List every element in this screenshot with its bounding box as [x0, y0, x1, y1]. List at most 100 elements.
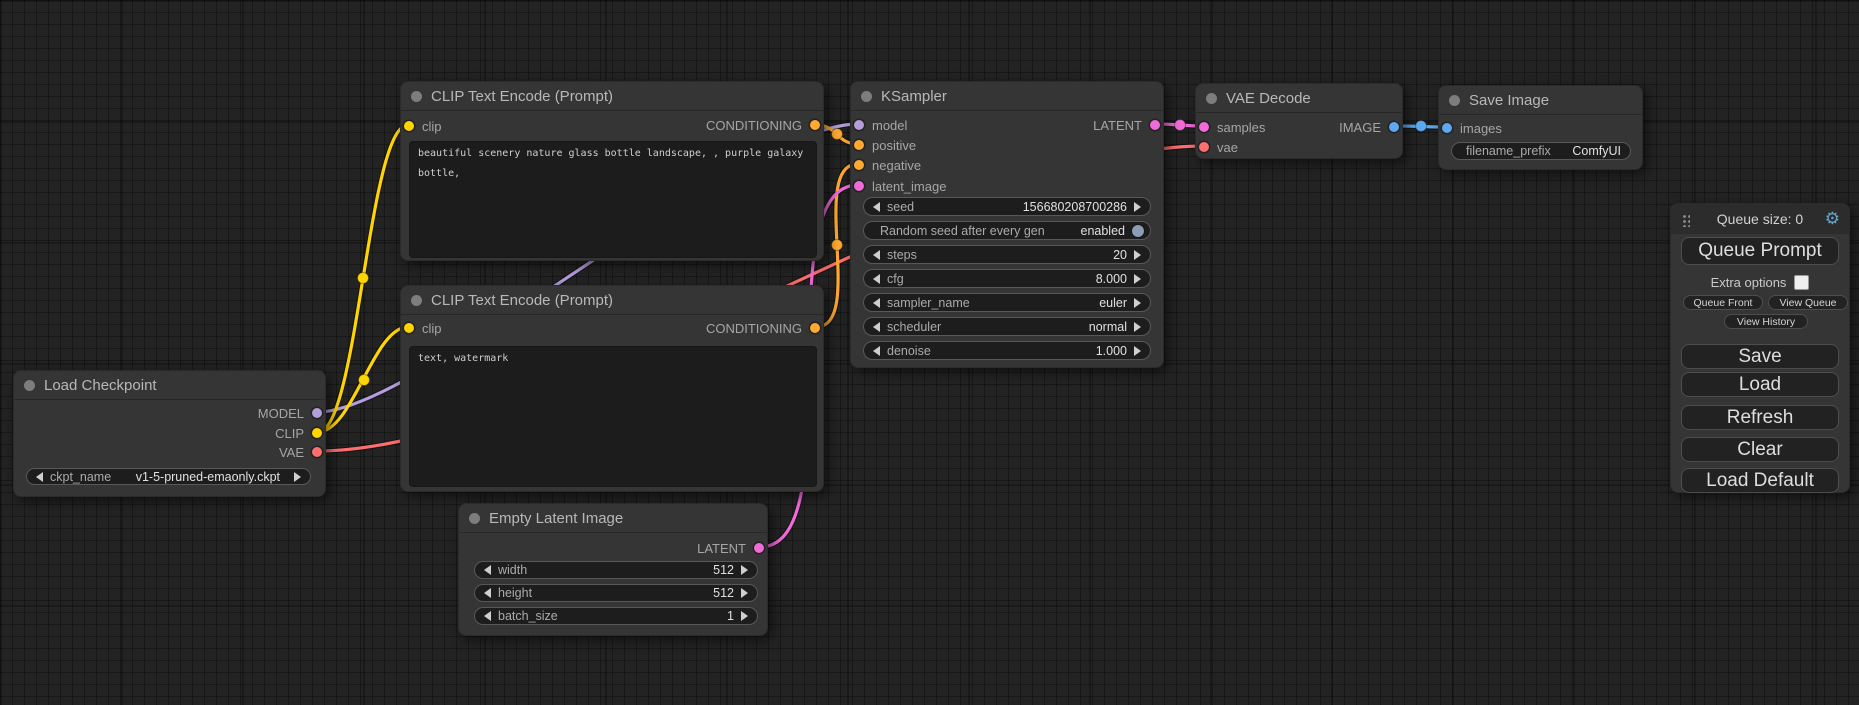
output-slot-clip: CLIP: [275, 425, 325, 441]
width-widget[interactable]: width 512: [474, 561, 758, 579]
negative-prompt-textarea[interactable]: text, watermark: [409, 346, 817, 487]
clip-input-dot[interactable]: [404, 121, 414, 131]
toggle-enabled-icon[interactable]: [1132, 225, 1144, 237]
node-title-bar[interactable]: CLIP Text Encode (Prompt): [401, 82, 823, 111]
latent-output-dot[interactable]: [754, 543, 764, 553]
conditioning-output-dot[interactable]: [810, 120, 820, 130]
node-title-bar[interactable]: Load Checkpoint: [14, 371, 325, 400]
collapse-dot-icon[interactable]: [861, 91, 872, 102]
slot-label: vae: [1217, 140, 1238, 155]
next-value-arrow-icon[interactable]: [1134, 298, 1141, 308]
widget-value: 156680208700286: [1023, 200, 1127, 214]
next-value-arrow-icon[interactable]: [1134, 322, 1141, 332]
positive-prompt-textarea[interactable]: beautiful scenery nature glass bottle la…: [409, 141, 817, 258]
steps-widget[interactable]: steps 20: [863, 245, 1151, 264]
collapse-dot-icon[interactable]: [24, 380, 35, 391]
collapse-dot-icon[interactable]: [1206, 93, 1217, 104]
scheduler-widget[interactable]: scheduler normal: [863, 317, 1151, 336]
decrement-arrow-icon[interactable]: [873, 274, 880, 284]
queue-prompt-button[interactable]: Queue Prompt: [1681, 237, 1839, 265]
queue-front-button[interactable]: Queue Front: [1683, 295, 1763, 310]
link-dot[interactable]: [359, 375, 370, 386]
model-output-dot[interactable]: [312, 408, 322, 418]
latent-image-input-dot[interactable]: [854, 181, 864, 191]
positive-input-dot[interactable]: [854, 140, 864, 150]
height-widget[interactable]: height 512: [474, 584, 758, 602]
ckpt-name-widget[interactable]: ckpt_name v1-5-pruned-emaonly.ckpt: [26, 468, 311, 485]
collapse-dot-icon[interactable]: [1449, 95, 1460, 106]
clear-button[interactable]: Clear: [1681, 437, 1839, 462]
node-title: KSampler: [881, 88, 947, 105]
node-title: VAE Decode: [1226, 90, 1311, 107]
link-dot[interactable]: [358, 273, 369, 284]
clip-input-dot[interactable]: [404, 323, 414, 333]
increment-arrow-icon[interactable]: [1134, 250, 1141, 260]
widget-label: batch_size: [498, 609, 558, 623]
settings-gear-icon[interactable]: ⚙: [1825, 208, 1840, 230]
filename-prefix-widget[interactable]: filename_prefix ComfyUI: [1451, 142, 1631, 160]
link-dot[interactable]: [1416, 121, 1427, 132]
negative-input-dot[interactable]: [854, 160, 864, 170]
slot-label: CONDITIONING: [706, 321, 802, 336]
prev-value-arrow-icon[interactable]: [873, 322, 880, 332]
link-dot[interactable]: [832, 129, 843, 140]
increment-arrow-icon[interactable]: [1134, 346, 1141, 356]
widget-value: enabled: [1081, 224, 1126, 238]
view-history-button[interactable]: View History: [1724, 314, 1808, 329]
image-output-dot[interactable]: [1389, 122, 1399, 132]
refresh-button[interactable]: Refresh: [1681, 405, 1839, 430]
sampler-name-widget[interactable]: sampler_name euler: [863, 293, 1151, 312]
seed-widget[interactable]: seed 156680208700286: [863, 197, 1151, 216]
increment-arrow-icon[interactable]: [741, 565, 748, 575]
widget-value: 1.000: [1096, 344, 1127, 358]
decrement-arrow-icon[interactable]: [873, 346, 880, 356]
random-seed-toggle-widget[interactable]: Random seed after every gen enabled: [863, 221, 1151, 240]
vae-input-dot[interactable]: [1199, 142, 1209, 152]
input-slot-clip: clip: [401, 320, 442, 336]
increment-arrow-icon[interactable]: [1134, 202, 1141, 212]
latent-output-dot[interactable]: [1150, 120, 1160, 130]
next-value-arrow-icon[interactable]: [294, 472, 301, 482]
increment-arrow-icon[interactable]: [741, 588, 748, 598]
node-title-bar[interactable]: Empty Latent Image: [459, 504, 767, 533]
load-button[interactable]: Load: [1681, 372, 1839, 397]
widget-value: euler: [1099, 296, 1127, 310]
link-dot[interactable]: [1175, 120, 1186, 131]
slot-label: LATENT: [697, 541, 746, 556]
widget-value: 1: [727, 609, 734, 623]
collapse-dot-icon[interactable]: [411, 91, 422, 102]
node-title-bar[interactable]: VAE Decode: [1196, 84, 1402, 113]
node-title-bar[interactable]: KSampler: [851, 82, 1163, 111]
load-default-button[interactable]: Load Default: [1681, 468, 1839, 493]
clip-output-dot[interactable]: [312, 428, 322, 438]
save-button[interactable]: Save: [1681, 344, 1839, 369]
prev-value-arrow-icon[interactable]: [873, 298, 880, 308]
slot-label: VAE: [279, 445, 304, 460]
cfg-widget[interactable]: cfg 8.000: [863, 269, 1151, 288]
increment-arrow-icon[interactable]: [1134, 274, 1141, 284]
output-slot-latent: LATENT: [697, 540, 767, 556]
decrement-arrow-icon[interactable]: [873, 250, 880, 260]
batch-size-widget[interactable]: batch_size 1: [474, 607, 758, 625]
collapse-dot-icon[interactable]: [469, 513, 480, 524]
node-title-bar[interactable]: Save Image: [1439, 86, 1642, 115]
collapse-dot-icon[interactable]: [411, 295, 422, 306]
widget-label: ckpt_name: [50, 470, 111, 484]
view-queue-button[interactable]: View Queue: [1768, 295, 1848, 310]
vae-output-dot[interactable]: [312, 447, 322, 457]
conditioning-output-dot[interactable]: [810, 323, 820, 333]
increment-arrow-icon[interactable]: [741, 611, 748, 621]
model-input-dot[interactable]: [854, 120, 864, 130]
decrement-arrow-icon[interactable]: [484, 565, 491, 575]
prev-value-arrow-icon[interactable]: [36, 472, 43, 482]
decrement-arrow-icon[interactable]: [873, 202, 880, 212]
denoise-widget[interactable]: denoise 1.000: [863, 341, 1151, 360]
decrement-arrow-icon[interactable]: [484, 611, 491, 621]
node-title-bar[interactable]: CLIP Text Encode (Prompt): [401, 286, 823, 315]
link-dot[interactable]: [832, 240, 843, 251]
decrement-arrow-icon[interactable]: [484, 588, 491, 598]
samples-input-dot[interactable]: [1199, 122, 1209, 132]
extra-options-checkbox[interactable]: [1794, 275, 1809, 290]
images-input-dot[interactable]: [1442, 123, 1452, 133]
widget-label: filename_prefix: [1466, 144, 1551, 158]
